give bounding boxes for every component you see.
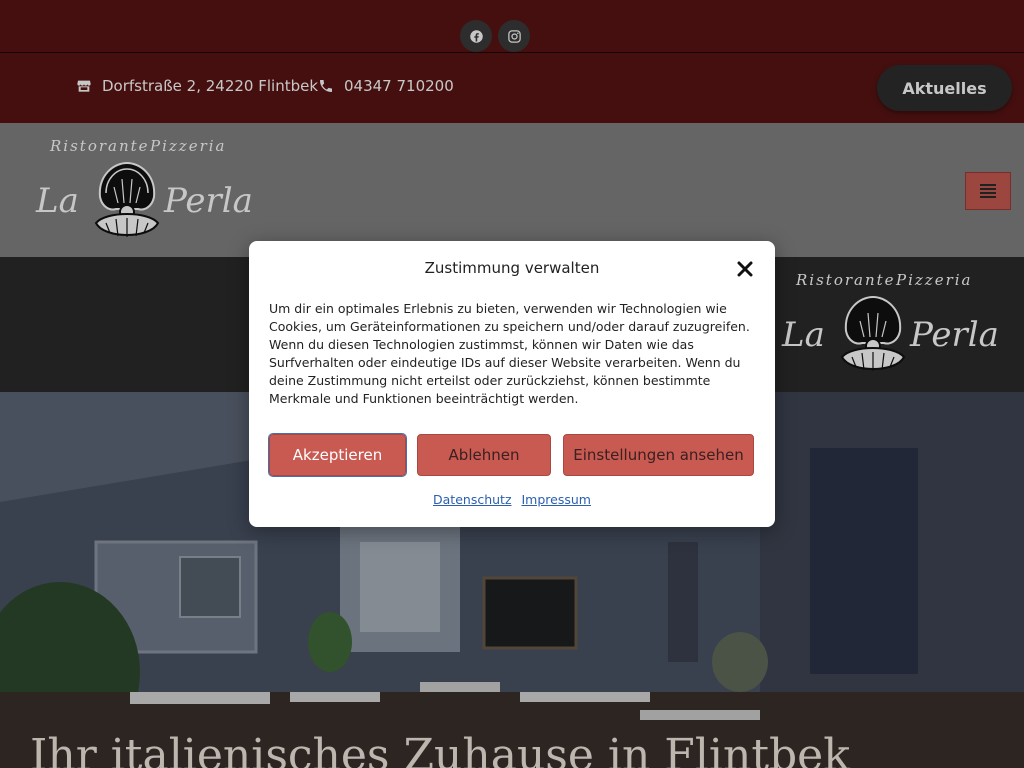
- accept-button[interactable]: Akzeptieren: [268, 433, 407, 477]
- consent-links: Datenschutz Impressum: [249, 492, 775, 507]
- consent-text: Um dir ein optimales Erlebnis zu bieten,…: [269, 301, 750, 406]
- deny-button[interactable]: Ablehnen: [417, 434, 551, 476]
- imprint-link[interactable]: Impressum: [522, 492, 591, 507]
- privacy-link[interactable]: Datenschutz: [433, 492, 512, 507]
- view-preferences-button[interactable]: Einstellungen ansehen: [563, 434, 754, 476]
- consent-title: Zustimmung verwalten: [424, 259, 600, 277]
- close-icon[interactable]: [733, 257, 757, 281]
- consent-dialog: Zustimmung verwalten Um dir ein optimale…: [249, 241, 775, 527]
